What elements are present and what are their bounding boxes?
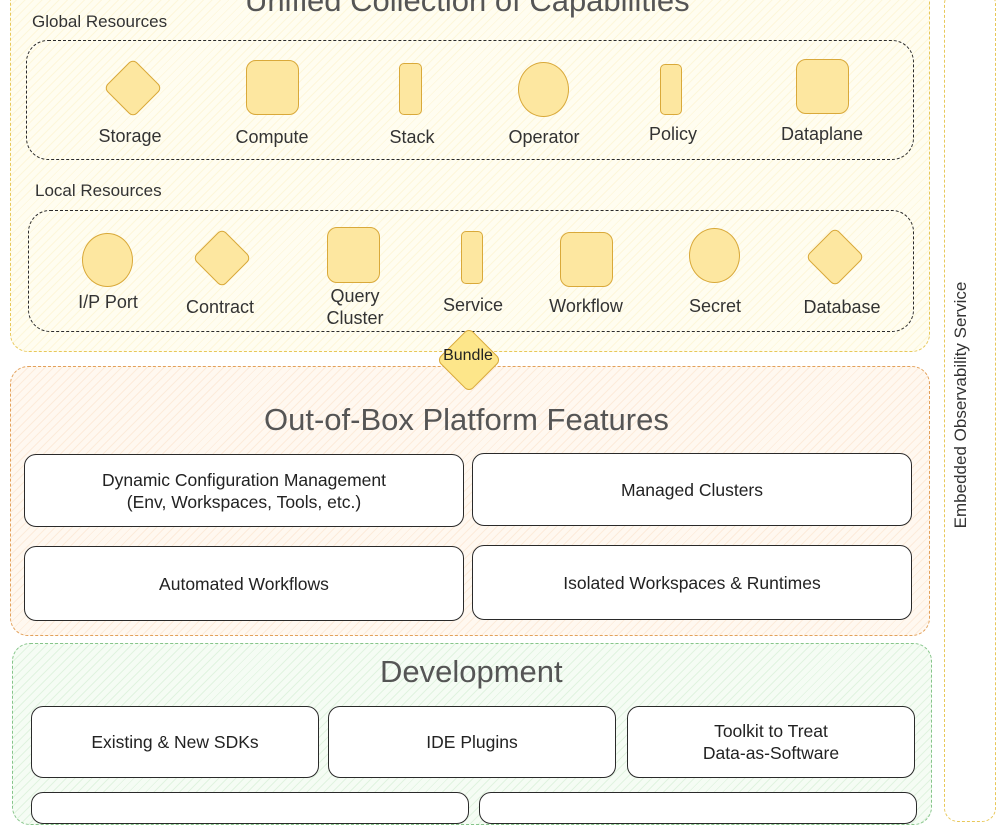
observability-label: Embedded Observability Service: [951, 281, 970, 529]
global-resources-label: Global Resources: [32, 12, 168, 31]
feature-automated-workflows: Automated Workflows: [24, 546, 464, 621]
ip-port-icon: [82, 233, 133, 287]
local-resources-label: Local Resources: [35, 181, 162, 200]
dev-item-partial-left: [31, 792, 469, 824]
global-item-policy: Policy: [648, 124, 697, 144]
local-item-secret: Secret: [688, 296, 742, 316]
secret-icon: [689, 228, 740, 283]
feature-dynamic-configuration: Dynamic Configuration Management (Env, W…: [24, 454, 464, 527]
dev-item-partial-right: [479, 792, 917, 824]
global-item-dataplane: Dataplane: [780, 124, 864, 144]
local-item-query-cluster: Query Cluster: [326, 286, 384, 328]
dev-item-toolkit: Toolkit to Treat Data-as-Software: [627, 706, 915, 778]
local-item-ip-port: I/P Port: [78, 292, 138, 312]
global-item-stack: Stack: [389, 127, 435, 147]
global-item-operator: Operator: [508, 127, 580, 147]
stack-icon: [399, 63, 422, 115]
dev-item-sdks: Existing & New SDKs: [31, 706, 319, 778]
query-cluster-icon: [327, 227, 380, 283]
local-item-workflow: Workflow: [549, 296, 623, 316]
capabilities-title: Unified Collection of Capabilities: [245, 0, 690, 18]
policy-icon: [660, 64, 682, 115]
development-title: Development: [380, 654, 563, 689]
operator-icon: [518, 62, 569, 117]
bundle-connector: Bundle: [436, 327, 502, 393]
global-item-compute: Compute: [235, 127, 309, 147]
service-icon: [461, 231, 483, 284]
feature-isolated-workspaces: Isolated Workspaces & Runtimes: [472, 545, 912, 620]
global-item-storage: Storage: [98, 126, 162, 146]
local-item-contract: Contract: [185, 297, 255, 317]
dev-item-ide-plugins: IDE Plugins: [328, 706, 616, 778]
bundle-label: Bundle: [443, 347, 493, 364]
compute-icon: [246, 60, 299, 115]
local-item-database: Database: [803, 297, 881, 317]
platform-features-title: Out-of-Box Platform Features: [264, 402, 669, 437]
workflow-icon: [560, 232, 613, 287]
feature-managed-clusters: Managed Clusters: [472, 453, 912, 526]
local-item-service: Service: [442, 295, 504, 315]
dataplane-icon: [796, 59, 849, 114]
